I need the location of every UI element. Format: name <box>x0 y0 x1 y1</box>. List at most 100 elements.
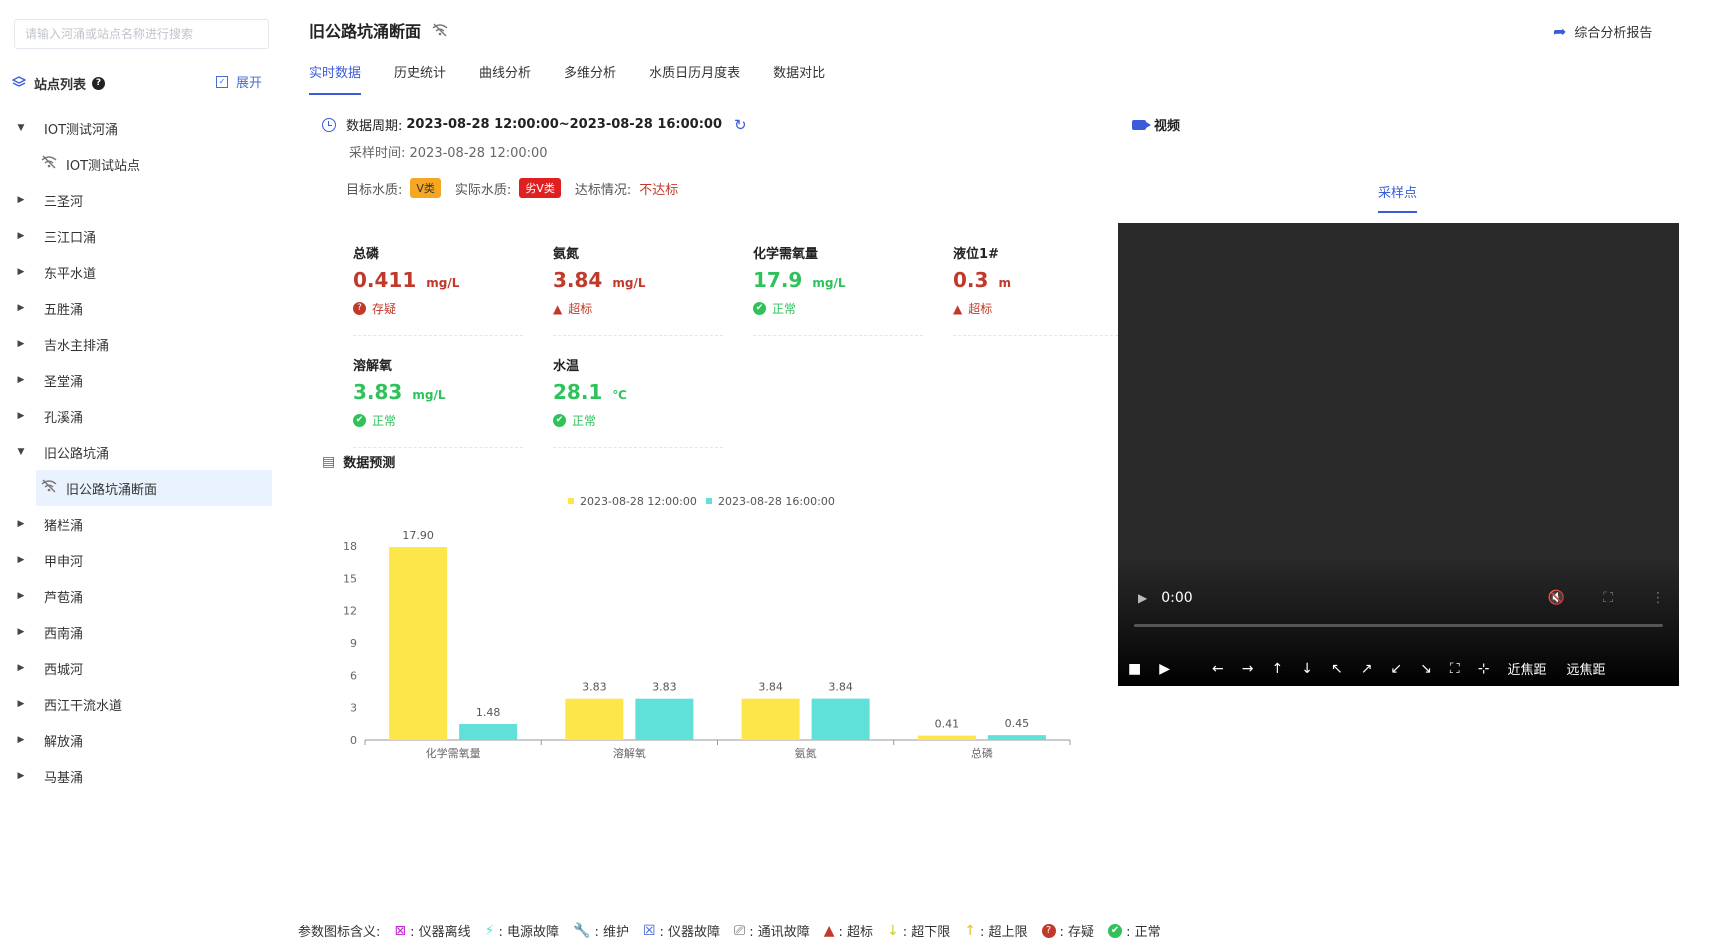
caret-right-icon[interactable]: ▶ <box>10 735 32 745</box>
tree-item[interactable]: ▼ IOT测试河涌 <box>0 110 280 146</box>
caret-right-icon[interactable]: ▶ <box>10 411 32 421</box>
video-player[interactable]: ▶ 0:00 🔇 ⛶ ⋮ ■ ▶ ← → ↑ ↓ ↖ ↗ ↙ ↘ ⛶ ⊹ 近焦距… <box>1118 223 1679 686</box>
metric-card: 液位1# 0.3 m ▲ 超标 <box>953 243 1123 336</box>
tree-item[interactable]: ▼ 旧公路坑涌 <box>0 434 280 470</box>
metric-status-label: 正常 <box>772 302 797 316</box>
caret-right-icon[interactable]: ▶ <box>10 195 32 205</box>
data-label: 3.84 <box>758 681 783 694</box>
tab-3[interactable]: 多维分析 <box>564 62 616 95</box>
tree-item[interactable]: ▶ 圣堂涌 <box>0 362 280 398</box>
warning-icon: ▲ <box>953 301 963 316</box>
arrow-down-left-icon[interactable]: ↙ <box>1390 661 1402 677</box>
caret-down-icon[interactable]: ▼ <box>10 123 32 133</box>
tab-0[interactable]: 实时数据 <box>309 62 362 95</box>
stop-icon[interactable]: ■ <box>1128 661 1141 677</box>
tree-item[interactable]: ▶ 西南涌 <box>0 614 280 650</box>
mute-icon[interactable]: 🔇 <box>1548 590 1565 606</box>
caret-right-icon[interactable]: ▶ <box>10 339 32 349</box>
below-lower-limit-icon: ↓ <box>887 922 899 939</box>
zoom-in-icon[interactable]: ⛶ <box>1450 661 1460 677</box>
help-icon[interactable]: ? <box>92 76 106 90</box>
communication-fault-icon: ⎚ <box>734 922 746 939</box>
tree-item[interactable]: ▶ 孔溪涌 <box>0 398 280 434</box>
arrow-up-right-icon[interactable]: ↗ <box>1361 661 1373 677</box>
metric-value-row: 3.83 mg/L <box>353 380 523 404</box>
tree-item-label: 西城河 <box>44 662 84 678</box>
caret-right-icon[interactable]: ▶ <box>10 555 32 565</box>
arrow-up-icon[interactable]: ↑ <box>1271 661 1283 677</box>
tree-item[interactable]: ▶ 西城河 <box>0 650 280 686</box>
metric-card: 溶解氧 3.83 mg/L ✔ 正常 <box>353 355 523 448</box>
caret-right-icon[interactable]: ▶ <box>10 231 32 241</box>
video-header: 视频 <box>1132 115 1180 134</box>
data-period: 数据周期: 2023-08-28 12:00:00~2023-08-28 16:… <box>322 115 747 134</box>
y-tick-label: 3 <box>350 702 357 715</box>
tab-2[interactable]: 曲线分析 <box>479 62 531 95</box>
arrow-down-right-icon[interactable]: ↘ <box>1420 661 1432 677</box>
tree-item[interactable]: ▶ 芦苞涌 <box>0 578 280 614</box>
fullscreen-icon[interactable]: ⛶ <box>1603 590 1613 606</box>
compliance-value: 不达标 <box>639 182 679 198</box>
metric-value-row: 17.9 mg/L <box>753 268 923 292</box>
expand-button[interactable]: ✓ 展开 <box>215 72 262 91</box>
near-focus-button[interactable]: 近焦距 <box>1507 659 1546 678</box>
target-quality-badge: V类 <box>410 178 441 198</box>
tree-item-label: 三江口涌 <box>44 230 97 246</box>
metric-unit: mg/L <box>412 388 446 402</box>
arrow-right-icon[interactable]: → <box>1242 661 1254 677</box>
zoom-out-icon[interactable]: ⊹ <box>1478 661 1490 677</box>
report-link[interactable]: ➦ 综合分析报告 <box>1553 22 1652 41</box>
tree-item[interactable]: ▶ 吉水主排涌 <box>0 326 280 362</box>
metric-name: 液位1# <box>953 247 999 262</box>
caret-right-icon[interactable]: ▶ <box>10 267 32 277</box>
caret-right-icon[interactable]: ▶ <box>10 771 32 781</box>
arrow-down-icon[interactable]: ↓ <box>1301 661 1313 677</box>
far-focus-button[interactable]: 远焦距 <box>1566 659 1605 678</box>
x-tick-label: 总磷 <box>971 746 993 760</box>
tree-item[interactable]: ▶ 解放涌 <box>0 722 280 758</box>
tree-item[interactable]: ▶ 三圣河 <box>0 182 280 218</box>
caret-right-icon[interactable]: ▶ <box>10 519 32 529</box>
arrow-up-left-icon[interactable]: ↖ <box>1331 661 1343 677</box>
tree-item[interactable]: ▶ 甲申河 <box>0 542 280 578</box>
tree-item[interactable]: ▶ 东平水道 <box>0 254 280 290</box>
tree-item-label: 西南涌 <box>44 626 84 642</box>
caret-right-icon[interactable]: ▶ <box>10 375 32 385</box>
caret-right-icon[interactable]: ▶ <box>10 627 32 637</box>
video-progress-bar[interactable] <box>1134 624 1663 627</box>
data-label: 3.84 <box>828 681 853 694</box>
station-list-title: 站点列表 <box>34 77 87 93</box>
video-controls: ▶ 0:00 🔇 ⛶ ⋮ ■ ▶ ← → ↑ ↓ ↖ ↗ ↙ ↘ ⛶ ⊹ 近焦距… <box>1118 576 1679 686</box>
station-list-header: 站点列表 ? ✓ 展开 <box>12 72 270 94</box>
caret-right-icon[interactable]: ▶ <box>10 303 32 313</box>
tab-4[interactable]: 水质日历月度表 <box>649 62 740 95</box>
tree-item[interactable]: ▶ 马基涌 <box>0 758 280 794</box>
caret-down-icon[interactable]: ▼ <box>10 447 32 457</box>
tree-child-station[interactable]: IOT测试站点 <box>0 146 280 182</box>
caret-right-icon[interactable]: ▶ <box>10 663 32 673</box>
tree-item[interactable]: ▶ 三江口涌 <box>0 218 280 254</box>
tree-item[interactable]: ▶ 五胜涌 <box>0 290 280 326</box>
more-icon[interactable]: ⋮ <box>1651 590 1665 606</box>
play-button-icon[interactable]: ▶ <box>1159 661 1170 677</box>
tab-sampling-point[interactable]: 采样点 <box>1378 182 1418 213</box>
check-circle-icon: ✔ <box>553 414 566 427</box>
refresh-icon[interactable]: ↻ <box>734 116 747 134</box>
video-label: 视频 <box>1154 119 1181 134</box>
play-icon[interactable]: ▶ <box>1138 591 1147 605</box>
clock-icon <box>322 117 336 132</box>
search-input[interactable] <box>14 19 269 49</box>
tab-1[interactable]: 历史统计 <box>394 62 446 95</box>
tree-child-station[interactable]: 旧公路坑涌断面 <box>36 470 272 506</box>
caret-right-icon[interactable]: ▶ <box>10 699 32 709</box>
bar-0-3 <box>917 735 976 740</box>
tree-item[interactable]: ▶ 西江干流水道 <box>0 686 280 722</box>
legend-item-label: : 超上限 <box>980 925 1028 940</box>
caret-right-icon[interactable]: ▶ <box>10 591 32 601</box>
metric-name: 化学需氧量 <box>753 247 819 262</box>
video-right-controls: 🔇 ⛶ ⋮ <box>1548 590 1665 606</box>
tab-5[interactable]: 数据对比 <box>773 62 825 95</box>
check-circle-icon: ✔ <box>353 414 366 427</box>
tree-item[interactable]: ▶ 猪栏涌 <box>0 506 280 542</box>
arrow-left-icon[interactable]: ← <box>1212 661 1224 677</box>
